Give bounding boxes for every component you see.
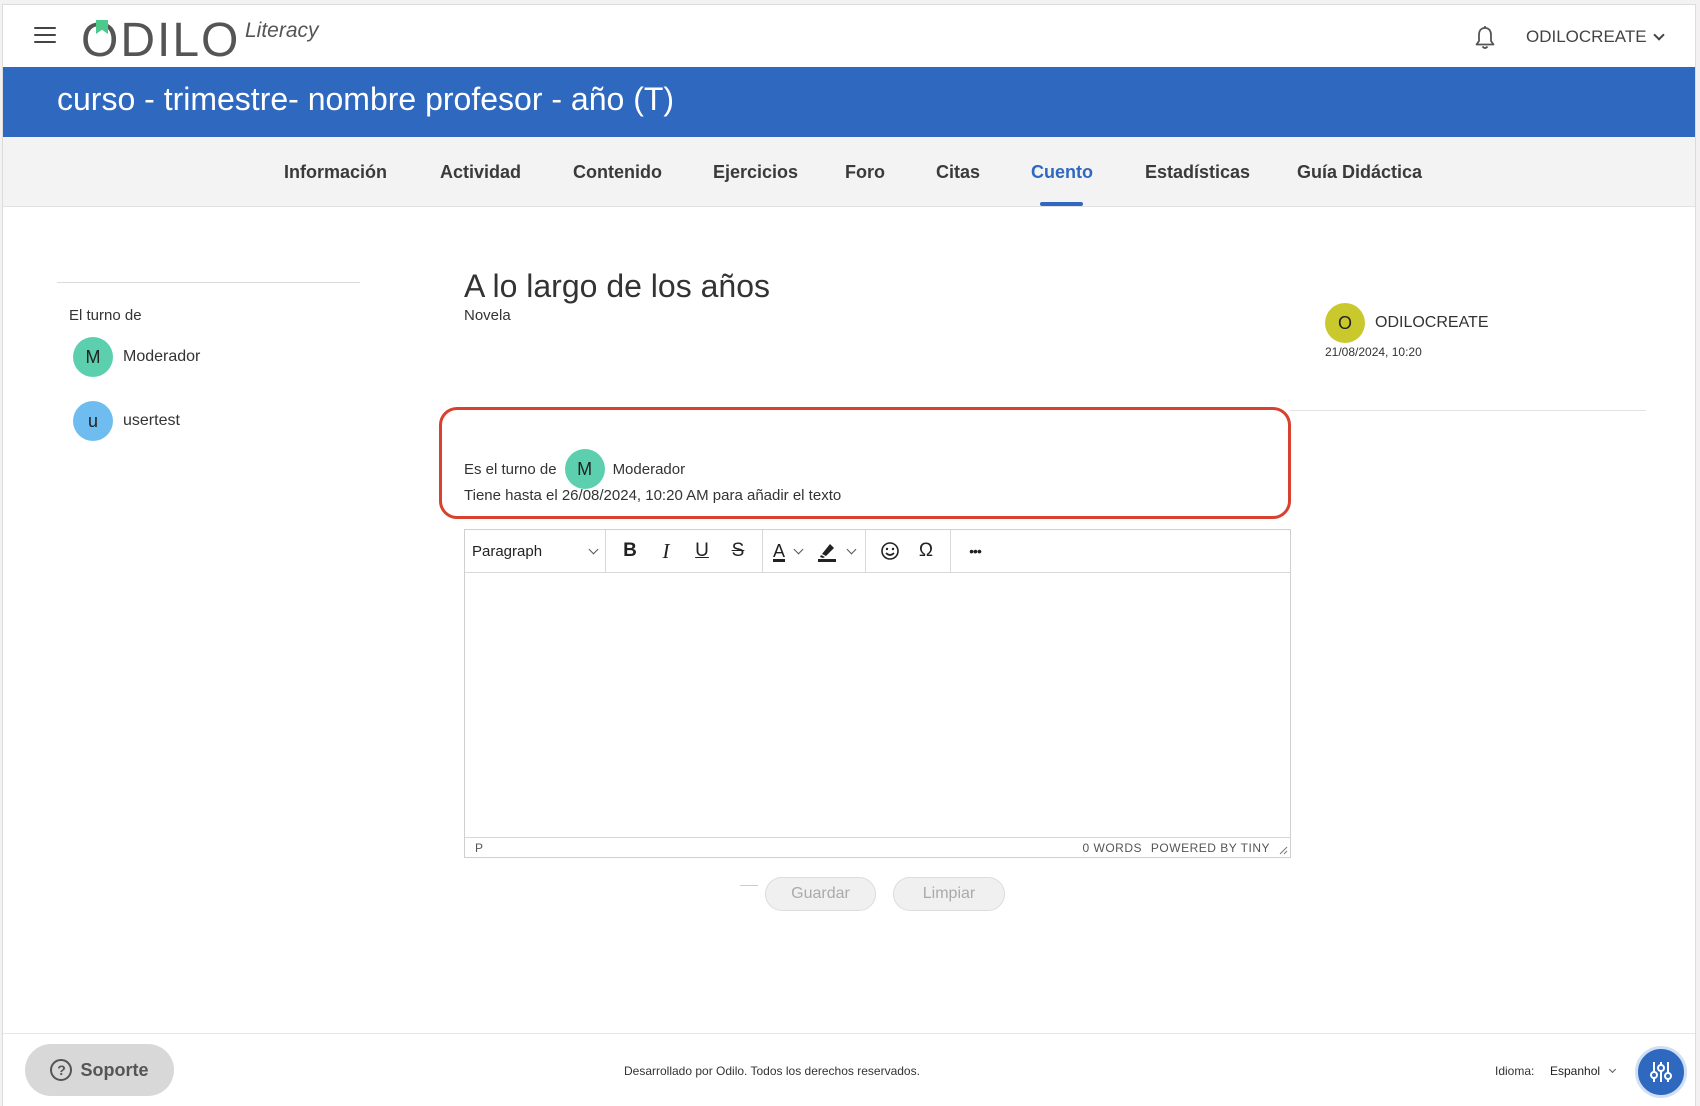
chevron-down-icon — [1652, 29, 1665, 41]
tab-cuento[interactable]: Cuento — [1031, 137, 1093, 207]
language-label: Idioma: — [1495, 1064, 1535, 1078]
more-options-button[interactable]: ••• — [957, 535, 993, 567]
accessibility-settings-button[interactable] — [1635, 1046, 1687, 1098]
editor-statusbar: P 0 WORDS POWERED BY TINY — [465, 837, 1290, 857]
special-character-button[interactable]: Ω — [908, 535, 944, 567]
current-turn: Es el turno de M Moderador — [464, 449, 685, 489]
user-menu[interactable]: ODILOCREATE — [1526, 27, 1665, 47]
underline-button[interactable]: U — [684, 535, 720, 567]
emoji-icon — [881, 542, 899, 560]
footer: ? Soporte Desarrollado por Odilo. Todos … — [3, 1033, 1695, 1106]
tab-informacion[interactable]: Información — [284, 137, 387, 207]
tab-contenido[interactable]: Contenido — [573, 137, 662, 207]
course-title: curso - trimestre- nombre profesor - año… — [57, 81, 675, 117]
block-format-value: Paragraph — [472, 542, 543, 560]
highlight-color-button[interactable] — [812, 535, 859, 567]
top-bar: ODILO Literacy ODILOCREATE — [3, 5, 1695, 67]
active-tab-indicator — [1040, 202, 1083, 206]
participant-name: Moderador — [123, 348, 201, 365]
rich-text-editor: Paragraph B I U S A Ω ••• P 0 WORDS POWE… — [464, 529, 1291, 858]
avatar: M — [73, 337, 113, 377]
avatar: u — [73, 401, 113, 441]
chevron-down-icon — [793, 544, 804, 554]
user-name: ODILOCREATE — [1526, 27, 1647, 46]
resize-handle-icon[interactable] — [1278, 845, 1288, 855]
chevron-down-icon — [1609, 1065, 1617, 1074]
word-count[interactable]: 0 WORDS — [1082, 841, 1142, 855]
save-button[interactable]: Guardar — [765, 877, 876, 911]
support-label: Soporte — [80, 1059, 149, 1080]
story-author: O ODILOCREATE — [1325, 303, 1489, 343]
emoji-button[interactable] — [872, 535, 908, 567]
participant-item: u usertest — [73, 401, 180, 441]
insert-group: Ω — [866, 530, 952, 572]
text-color-icon: A — [773, 540, 786, 561]
chevron-down-icon — [588, 544, 599, 554]
story-genre: Novela — [464, 307, 511, 324]
tab-bar: Información Actividad Contenido Ejercici… — [3, 137, 1695, 207]
clear-button[interactable]: Limpiar — [893, 877, 1005, 911]
avatar: M — [564, 449, 605, 489]
italic-button[interactable]: I — [648, 535, 684, 567]
format-group: Paragraph — [465, 530, 606, 572]
tab-ejercicios[interactable]: Ejercicios — [713, 137, 798, 207]
menu-icon[interactable] — [34, 27, 56, 45]
story-title: A lo largo de los años — [464, 268, 770, 304]
current-turn-prefix: Es el turno de — [464, 460, 557, 478]
support-button[interactable]: ? Soporte — [25, 1044, 174, 1096]
language-select[interactable]: Espanhol — [1550, 1064, 1617, 1078]
app-window: ODILO Literacy ODILOCREATE curso - trime… — [2, 4, 1696, 1106]
story-date: 21/08/2024, 10:20 — [1325, 345, 1422, 359]
tab-foro[interactable]: Foro — [845, 137, 885, 207]
author-name: ODILOCREATE — [1375, 314, 1489, 331]
bold-button[interactable]: B — [612, 535, 648, 567]
element-path[interactable]: P — [475, 841, 483, 855]
course-banner: curso - trimestre- nombre profesor - año… — [3, 67, 1695, 137]
powered-by-link[interactable]: POWERED BY TINY — [1151, 841, 1270, 855]
sidebar-divider — [57, 282, 360, 283]
participant-item: M Moderador — [73, 337, 200, 377]
block-format-select[interactable]: Paragraph — [465, 543, 605, 560]
current-turn-user: Moderador — [612, 460, 686, 478]
more-group: ••• — [951, 530, 999, 572]
tab-guia-didactica[interactable]: Guía Didáctica — [1297, 137, 1422, 207]
language-value: Espanhol — [1550, 1064, 1601, 1078]
tab-actividad[interactable]: Actividad — [440, 137, 521, 207]
highlighter-icon — [818, 544, 837, 562]
tab-estadisticas[interactable]: Estadísticas — [1145, 137, 1250, 207]
color-group: A — [763, 530, 867, 572]
participant-name: usertest — [123, 412, 180, 429]
editor-toolbar: Paragraph B I U S A Ω ••• — [465, 530, 1290, 573]
sliders-icon — [1650, 1062, 1672, 1082]
tab-citas[interactable]: Citas — [936, 137, 980, 207]
divider — [1290, 410, 1646, 411]
text-style-group: B I U S — [606, 530, 763, 572]
editor-content-area[interactable] — [465, 573, 1290, 839]
turn-order-label: El turno de — [69, 307, 142, 324]
divider — [740, 885, 758, 886]
help-icon: ? — [50, 1059, 73, 1081]
notifications-bell-icon[interactable] — [1473, 25, 1497, 51]
avatar: O — [1325, 303, 1365, 343]
text-color-button[interactable]: A — [769, 535, 806, 567]
turn-deadline: Tiene hasta el 26/08/2024, 10:20 AM para… — [464, 487, 842, 504]
logo-subtitle: Literacy — [245, 19, 319, 42]
chevron-down-icon — [846, 544, 857, 554]
copyright-text: Desarrollado por Odilo. Todos los derech… — [624, 1064, 920, 1078]
strikethrough-button[interactable]: S — [720, 535, 756, 567]
